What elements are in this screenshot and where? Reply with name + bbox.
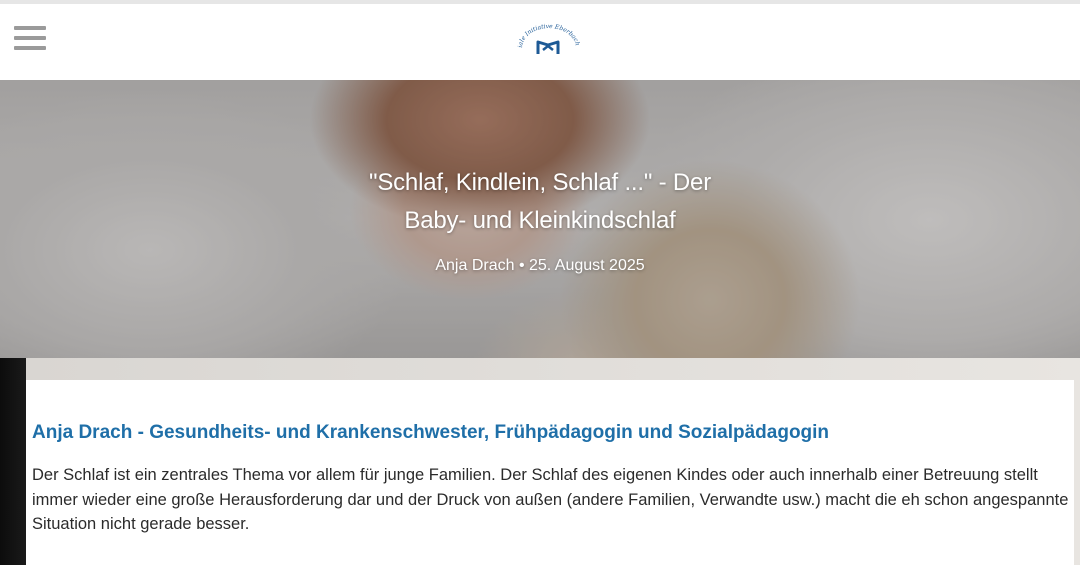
hero-banner: "Schlaf, Kindlein, Schlaf ..." - Der Bab… <box>0 80 1080 358</box>
article-subheading: Anja Drach - Gesundheits- und Krankensch… <box>32 422 830 443</box>
logo-emblem-icon: Soziale Initiative Eberbach e.V. <box>514 18 581 54</box>
article-title-line-1: "Schlaf, Kindlein, Schlaf ..." - Der <box>369 169 711 196</box>
site-logo[interactable]: Soziale Initiative Eberbach e.V. <box>514 18 584 64</box>
article-title: "Schlaf, Kindlein, Schlaf ..." - Der Bab… <box>300 164 780 240</box>
article-paragraph: Der Schlaf ist ein zentrales Thema vor a… <box>32 466 1069 533</box>
hamburger-menu-icon[interactable] <box>14 26 46 58</box>
article-title-line-2: Baby- und Kleinkindschlaf <box>404 207 676 234</box>
site-header: Soziale Initiative Eberbach e.V. <box>0 4 1080 80</box>
article-meta: Anja Drach • 25. August 2025 <box>435 257 645 274</box>
